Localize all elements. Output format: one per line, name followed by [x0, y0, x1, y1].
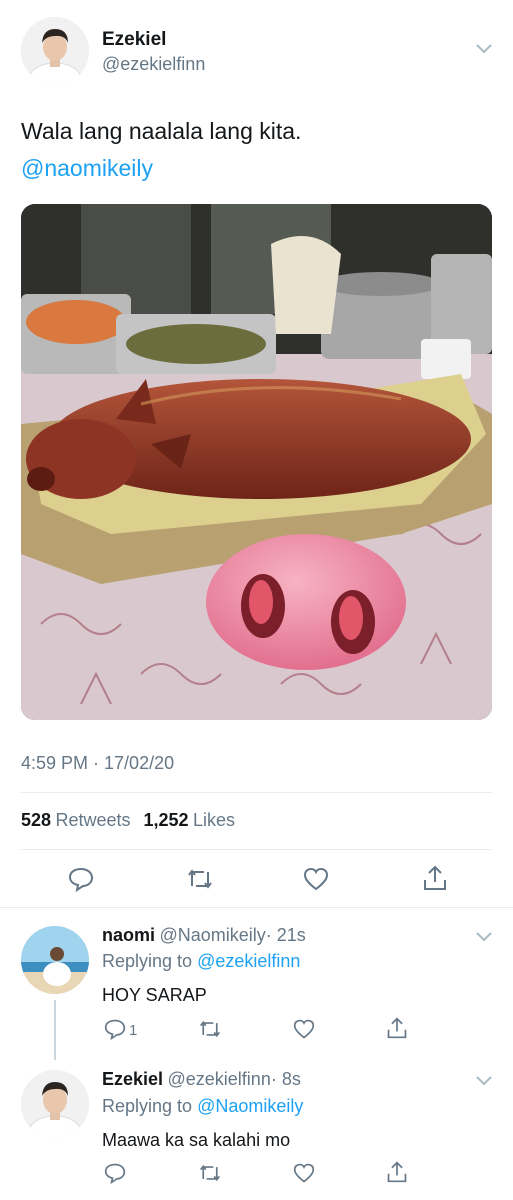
like-icon[interactable]	[293, 1018, 315, 1040]
replying-prefix: Replying to	[102, 951, 193, 971]
replying-to-link[interactable]: @ezekielfinn	[197, 951, 300, 971]
like-label[interactable]: Likes	[193, 810, 235, 830]
reply-avatar[interactable]	[21, 926, 89, 994]
reply-author-name[interactable]: Ezekiel	[102, 1069, 163, 1089]
reply-age: · 21s	[265, 925, 306, 945]
reply-author-name[interactable]: naomi	[102, 925, 155, 945]
retweet-icon[interactable]	[198, 1018, 222, 1040]
share-icon[interactable]	[422, 864, 448, 892]
reply-author-handle[interactable]: @ezekielfinn	[168, 1069, 271, 1089]
divider	[21, 849, 492, 850]
reply-icon[interactable]	[104, 1018, 126, 1041]
author-name[interactable]: Ezekiel	[102, 29, 166, 51]
share-icon[interactable]	[386, 1160, 408, 1184]
retweet-icon[interactable]	[198, 1162, 222, 1184]
replying-prefix: Replying to	[102, 1096, 193, 1116]
reply-header: Ezekiel @ezekielfinn· 8s	[102, 1069, 301, 1090]
reply-text: HOY SARAP	[102, 985, 207, 1005]
reply-header: naomi @Naomikeily· 21s	[102, 925, 306, 946]
reply-tweet[interactable]: naomi @Naomikeily· 21s Replying to @ezek…	[0, 908, 513, 1060]
reply-icon[interactable]	[68, 866, 94, 893]
replying-to: Replying to @Naomikeily	[102, 1096, 303, 1117]
share-icon[interactable]	[386, 1016, 408, 1040]
like-icon[interactable]	[293, 1162, 315, 1184]
reply-icon[interactable]	[104, 1162, 126, 1185]
tweet-stats: 528 Retweets 1,252 Likes	[21, 810, 235, 831]
reply-age: · 8s	[270, 1069, 301, 1089]
tweet-timestamp: 4:59 PM · 17/02/20	[21, 753, 175, 773]
chevron-down-icon[interactable]	[474, 1074, 494, 1088]
main-tweet: Ezekiel @ezekielfinn Wala lang naalala l…	[0, 0, 513, 905]
retweet-icon[interactable]	[186, 866, 214, 892]
like-icon[interactable]	[303, 866, 329, 892]
avatar-image	[21, 17, 89, 85]
chevron-down-icon[interactable]	[474, 930, 494, 944]
thread-line	[54, 1000, 56, 1060]
tweet-text: Wala lang naalala lang kita.	[21, 118, 302, 144]
divider	[21, 792, 492, 793]
retweet-label[interactable]: Retweets	[56, 810, 131, 830]
retweet-count[interactable]: 528	[21, 810, 51, 830]
reply-text: Maawa ka sa kalahi mo	[102, 1130, 291, 1150]
tweet-mention-link[interactable]: @naomikeily	[21, 155, 153, 182]
author-avatar[interactable]	[21, 17, 89, 85]
tweet-image[interactable]	[21, 204, 492, 720]
reply-author-handle[interactable]: @Naomikeily	[159, 925, 265, 945]
reply-count: 1	[129, 1022, 138, 1039]
replying-to-link[interactable]: @Naomikeily	[197, 1096, 303, 1116]
replying-to: Replying to @ezekielfinn	[102, 951, 300, 972]
reply-avatar[interactable]	[21, 1070, 89, 1138]
author-handle[interactable]: @ezekielfinn	[102, 54, 205, 75]
like-count[interactable]: 1,252	[143, 810, 188, 830]
reply-tweet[interactable]: Ezekiel @ezekielfinn· 8s Replying to @Na…	[0, 1060, 513, 1200]
chevron-down-icon[interactable]	[474, 42, 494, 56]
